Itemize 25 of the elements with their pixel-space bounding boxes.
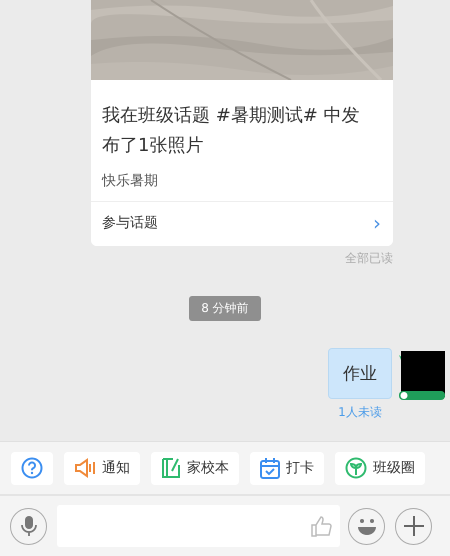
sprout-icon <box>345 457 367 479</box>
join-topic-row[interactable]: 参与话题 › <box>91 201 393 246</box>
chevron-icon: › <box>373 214 381 232</box>
topic-subtitle: 快乐暑期 <box>100 172 159 191</box>
topic-card[interactable]: 我在班级话题 #暑期测试# 中发布了1张照片 快乐暑期 参与话题 › <box>91 0 393 246</box>
quick-action-button[interactable]: 打卡 <box>250 452 324 484</box>
quick-action-button[interactable]: 家校本 <box>151 452 239 484</box>
avatar[interactable] <box>399 351 447 401</box>
message-bubble[interactable]: 作业 <box>328 348 392 399</box>
quick-action-button[interactable]: 班级圈 <box>335 452 425 484</box>
plus-icon <box>402 515 424 537</box>
emoji-button[interactable] <box>348 508 385 544</box>
add-button[interactable] <box>395 508 432 544</box>
read-status: 全部已读 <box>345 250 393 267</box>
calendar-check-icon <box>260 457 280 479</box>
topic-title: 我在班级话题 #暑期测试# 中发布了1张照片 <box>101 104 361 158</box>
help-icon <box>21 457 43 479</box>
message-input-field[interactable] <box>57 505 340 547</box>
microphone-icon <box>20 515 36 537</box>
join-topic-label: 参与话题 <box>102 214 158 232</box>
quick-action-button[interactable]: 通知 <box>64 452 140 484</box>
quick-action-button[interactable] <box>11 452 53 484</box>
microphone-button[interactable] <box>10 508 47 544</box>
megaphone-icon <box>74 458 96 478</box>
notebook-icon <box>161 457 181 479</box>
